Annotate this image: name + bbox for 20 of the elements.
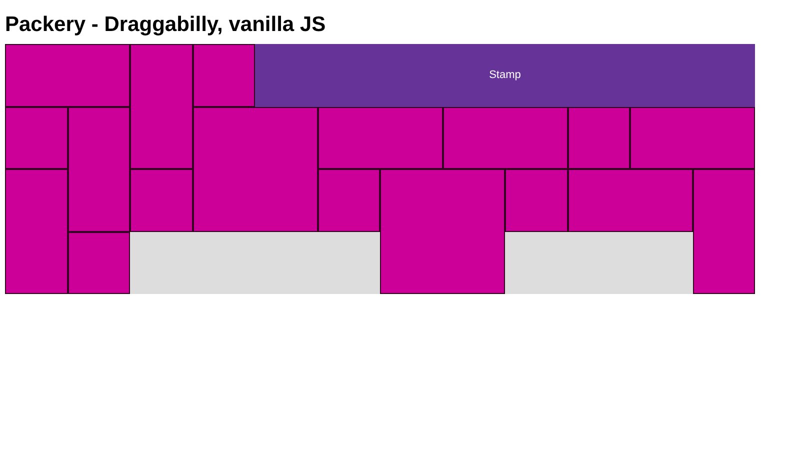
draggable-tile[interactable] — [192, 106, 318, 232]
page-title: Packery - Draggabilly, vanilla JS — [4, 12, 327, 38]
stamp-block: Stamp — [255, 44, 755, 106]
draggable-tile[interactable] — [68, 232, 130, 294]
draggable-tile[interactable] — [5, 106, 68, 169]
draggable-tile[interactable] — [5, 44, 130, 106]
draggable-tile[interactable] — [318, 106, 442, 169]
draggable-tile[interactable] — [568, 169, 692, 232]
draggable-tile[interactable] — [442, 106, 568, 169]
draggable-tile[interactable] — [130, 44, 192, 169]
draggable-tile[interactable] — [568, 106, 630, 169]
draggable-tile[interactable] — [68, 106, 130, 232]
draggable-tile[interactable] — [380, 169, 505, 294]
draggable-tile[interactable] — [130, 169, 192, 232]
draggable-tile[interactable] — [5, 169, 68, 294]
draggable-tile[interactable] — [630, 106, 755, 169]
draggable-tile[interactable] — [318, 169, 380, 232]
draggable-tile[interactable] — [692, 169, 755, 294]
draggable-tile[interactable] — [505, 169, 568, 232]
draggable-tile[interactable] — [192, 44, 255, 106]
